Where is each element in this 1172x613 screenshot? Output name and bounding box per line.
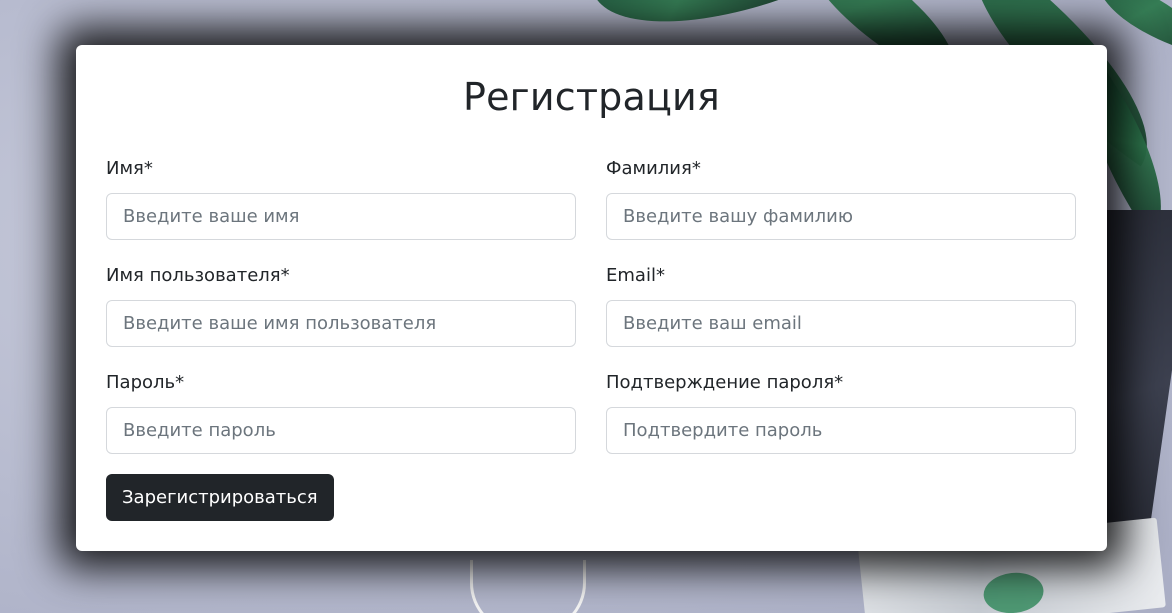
email-input[interactable]: [606, 300, 1076, 347]
first-name-group: Имя*: [106, 157, 576, 240]
email-label: Email*: [606, 265, 665, 286]
registration-card: Регистрация Имя* Фамилия* Имя пользовате…: [76, 45, 1107, 551]
last-name-group: Фамилия*: [606, 157, 1076, 240]
first-name-input[interactable]: [106, 193, 576, 240]
page-title: Регистрация: [462, 75, 720, 119]
email-group: Email*: [606, 264, 1076, 347]
last-name-label: Фамилия*: [606, 158, 701, 179]
password-confirm-group: Подтверждение пароля*: [606, 371, 1076, 454]
username-input[interactable]: [106, 300, 576, 347]
password-confirm-label: Подтверждение пароля*: [606, 372, 844, 393]
password-label: Пароль*: [106, 372, 185, 393]
username-group: Имя пользователя*: [106, 264, 576, 347]
password-confirm-input[interactable]: [606, 407, 1076, 454]
last-name-input[interactable]: [606, 193, 1076, 240]
password-input[interactable]: [106, 407, 576, 454]
register-button[interactable]: Зарегистрироваться: [106, 474, 334, 521]
password-group: Пароль*: [106, 371, 576, 454]
first-name-label: Имя*: [106, 158, 153, 179]
earphone-cable-decoration: [470, 560, 586, 613]
username-label: Имя пользователя*: [106, 265, 290, 286]
